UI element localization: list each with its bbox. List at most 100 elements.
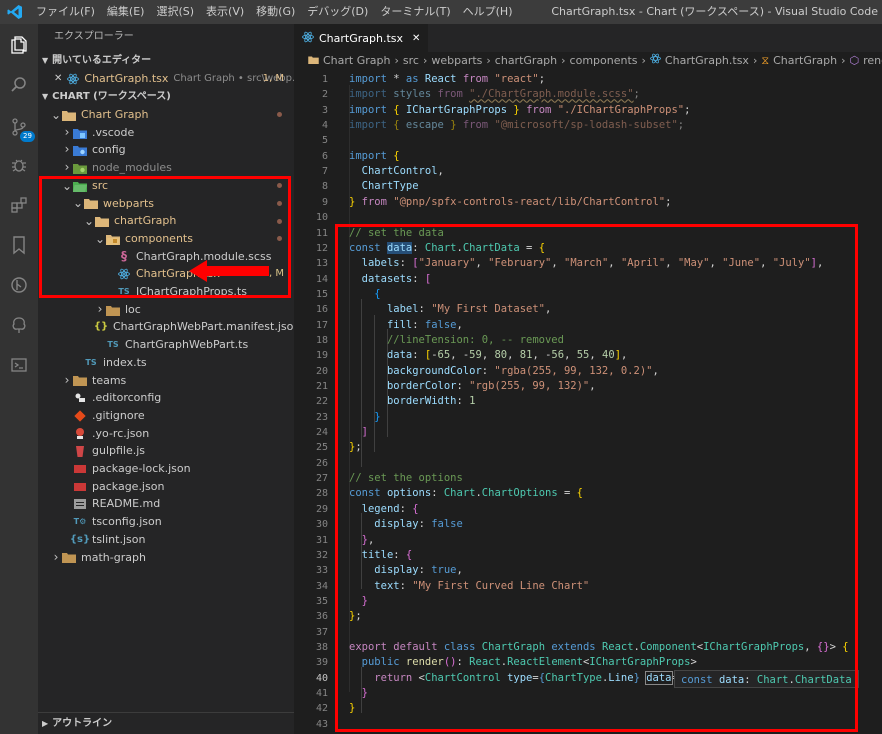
open-editors-header[interactable]: ▼ 開いているエディター — [38, 52, 294, 69]
code-line[interactable]: borderColor: "rgb(255, 99, 132)", — [349, 379, 596, 394]
tree-item[interactable]: gulpfile.js — [38, 442, 294, 460]
tab-chartgraph[interactable]: ChartGraph.tsx ✕ — [294, 24, 429, 52]
tree-item[interactable]: package.json — [38, 478, 294, 496]
menu-item[interactable]: ヘルプ(H) — [457, 0, 519, 24]
menu-item[interactable]: 選択(S) — [150, 0, 200, 24]
code-line[interactable]: const data: Chart.ChartData = { — [349, 241, 545, 256]
chevron-down-icon[interactable]: ⌄ — [94, 233, 106, 245]
chevron-down-icon[interactable]: ⌄ — [72, 197, 84, 209]
menu-item[interactable]: ファイル(F) — [30, 0, 101, 24]
code-line[interactable]: legend: { — [349, 502, 419, 517]
chevron-right-icon[interactable]: › — [94, 301, 106, 319]
breadcrumb-item[interactable]: Chart Graph — [323, 52, 390, 70]
code-line[interactable]: display: false — [349, 517, 463, 532]
breadcrumb-item[interactable]: components — [570, 52, 638, 70]
code-line[interactable]: }, — [349, 533, 375, 548]
tree-item[interactable]: TS index.ts — [38, 354, 294, 372]
breadcrumb-item[interactable]: render — [863, 52, 882, 70]
code-line[interactable]: export default class ChartGraph extends … — [349, 640, 849, 655]
breadcrumb-item[interactable]: ChartGraph — [773, 52, 837, 70]
code-line[interactable]: text: "My First Curved Line Chart" — [349, 579, 589, 594]
chevron-right-icon[interactable]: › — [61, 372, 73, 390]
code-line[interactable]: } — [349, 594, 368, 609]
outline-header[interactable]: ▶ アウトライン — [38, 712, 294, 734]
code-line[interactable]: label: "My First Dataset", — [349, 302, 551, 317]
vscode-logo-icon[interactable] — [0, 0, 30, 24]
search-icon[interactable] — [0, 66, 38, 104]
code-line[interactable]: borderWidth: 1 — [349, 394, 476, 409]
chevron-right-icon[interactable]: › — [61, 141, 73, 159]
code-line[interactable]: { — [349, 287, 380, 302]
terminal-icon[interactable] — [0, 346, 38, 384]
tree-item[interactable]: ⌄ chartGraph — [38, 212, 294, 230]
code-area[interactable]: 1 import * as React from "react"; 2 import … — [294, 70, 882, 734]
bookmark-icon[interactable] — [0, 226, 38, 264]
code-line[interactable]: //lineTension: 0, -- removed — [349, 333, 564, 348]
tree-item[interactable]: README.md — [38, 495, 294, 513]
code-line[interactable]: backgroundColor: "rgba(255, 99, 132, 0.2… — [349, 364, 659, 379]
explorer-icon[interactable] — [0, 26, 38, 64]
tree-item[interactable]: T⚙ tsconfig.json — [38, 513, 294, 531]
tree-item[interactable]: TS ChartGraphWebPart.ts — [38, 336, 294, 354]
tree-item[interactable]: .editorconfig — [38, 389, 294, 407]
chevron-right-icon[interactable]: › — [50, 549, 62, 567]
workspace-header[interactable]: ▼ CHART (ワークスペース) — [38, 88, 294, 105]
extensions-icon[interactable] — [0, 186, 38, 224]
debug-icon[interactable] — [0, 146, 38, 184]
tree-item[interactable]: .gitignore — [38, 407, 294, 425]
breadcrumb-item[interactable]: webparts — [431, 52, 482, 70]
code-line[interactable]: title: { — [349, 548, 413, 563]
chevron-down-icon[interactable]: ⌄ — [50, 109, 62, 121]
code-line[interactable]: labels: ["January", "February", "March",… — [349, 256, 824, 271]
menu-item[interactable]: ターミナル(T) — [374, 0, 456, 24]
tree-item[interactable]: TS IChartGraphProps.ts — [38, 283, 294, 301]
code-line[interactable]: import { IChartGraphProps } from "./ICha… — [349, 103, 690, 118]
menu-item[interactable]: 移動(G) — [250, 0, 301, 24]
tree-icon[interactable] — [0, 306, 38, 344]
tree-item[interactable]: › config — [38, 141, 294, 159]
tree-item[interactable]: › math-graph — [38, 549, 294, 567]
code-line[interactable]: fill: false, — [349, 318, 463, 333]
tree-item[interactable]: › node_modules — [38, 159, 294, 177]
menu-item[interactable]: デバッグ(D) — [301, 0, 374, 24]
code-line[interactable]: } — [349, 410, 380, 425]
code-line[interactable]: } — [349, 701, 355, 716]
code-line[interactable]: ] — [349, 425, 368, 440]
chevron-right-icon[interactable]: › — [61, 159, 73, 177]
code-line[interactable]: import { escape } from "@microsoft/sp-lo… — [349, 118, 684, 133]
tree-item[interactable]: .yo-rc.json — [38, 425, 294, 443]
code-line[interactable]: } — [349, 686, 368, 701]
menu-item[interactable]: 編集(E) — [101, 0, 151, 24]
code-line[interactable]: import { — [349, 149, 400, 164]
code-line[interactable]: const options: Chart.ChartOptions = { — [349, 486, 583, 501]
gitlens-icon[interactable] — [0, 266, 38, 304]
tree-item[interactable]: ⌄ src — [38, 177, 294, 195]
source-control-icon[interactable]: 29 — [0, 108, 38, 146]
open-editor-item[interactable]: ✕ ChartGraph.tsx Chart Graph • src\webp.… — [38, 70, 302, 88]
code-line[interactable]: }; — [349, 440, 362, 455]
menu-item[interactable]: 表示(V) — [200, 0, 250, 24]
tree-item[interactable]: ⌄ Chart Graph — [38, 106, 294, 124]
code-line[interactable]: import styles from "./ChartGraph.module.… — [349, 87, 640, 102]
close-icon[interactable]: ✕ — [54, 70, 62, 88]
tree-item[interactable]: ⌄ webparts — [38, 195, 294, 213]
chevron-down-icon[interactable]: ⌄ — [61, 180, 73, 192]
tree-item[interactable]: ⌄ components — [38, 230, 294, 248]
code-line[interactable]: // set the data — [349, 226, 444, 241]
breadcrumb-item[interactable]: chartGraph — [495, 52, 557, 70]
code-line[interactable]: datasets: [ — [349, 272, 432, 287]
code-line[interactable]: // set the options — [349, 471, 463, 486]
tree-item[interactable]: › loc — [38, 301, 294, 319]
code-line[interactable]: public render(): React.ReactElement<ICha… — [349, 655, 697, 670]
tree-item[interactable]: {s} tslint.json — [38, 531, 294, 549]
code-line[interactable]: data: [-65, -59, 80, 81, -56, 55, 40], — [349, 348, 627, 363]
code-line[interactable]: display: true, — [349, 563, 463, 578]
tree-item[interactable]: › teams — [38, 372, 294, 390]
code-line[interactable]: }; — [349, 609, 362, 624]
breadcrumb-item[interactable]: src — [403, 52, 419, 70]
code-line[interactable]: } from "@pnp/spfx-controls-react/lib/Cha… — [349, 195, 671, 210]
tree-item[interactable]: package-lock.json — [38, 460, 294, 478]
code-line[interactable]: ChartType — [349, 179, 419, 194]
close-icon[interactable]: ✕ — [412, 33, 420, 44]
tree-item[interactable]: {} ChartGraphWebPart.manifest.json — [38, 318, 300, 336]
